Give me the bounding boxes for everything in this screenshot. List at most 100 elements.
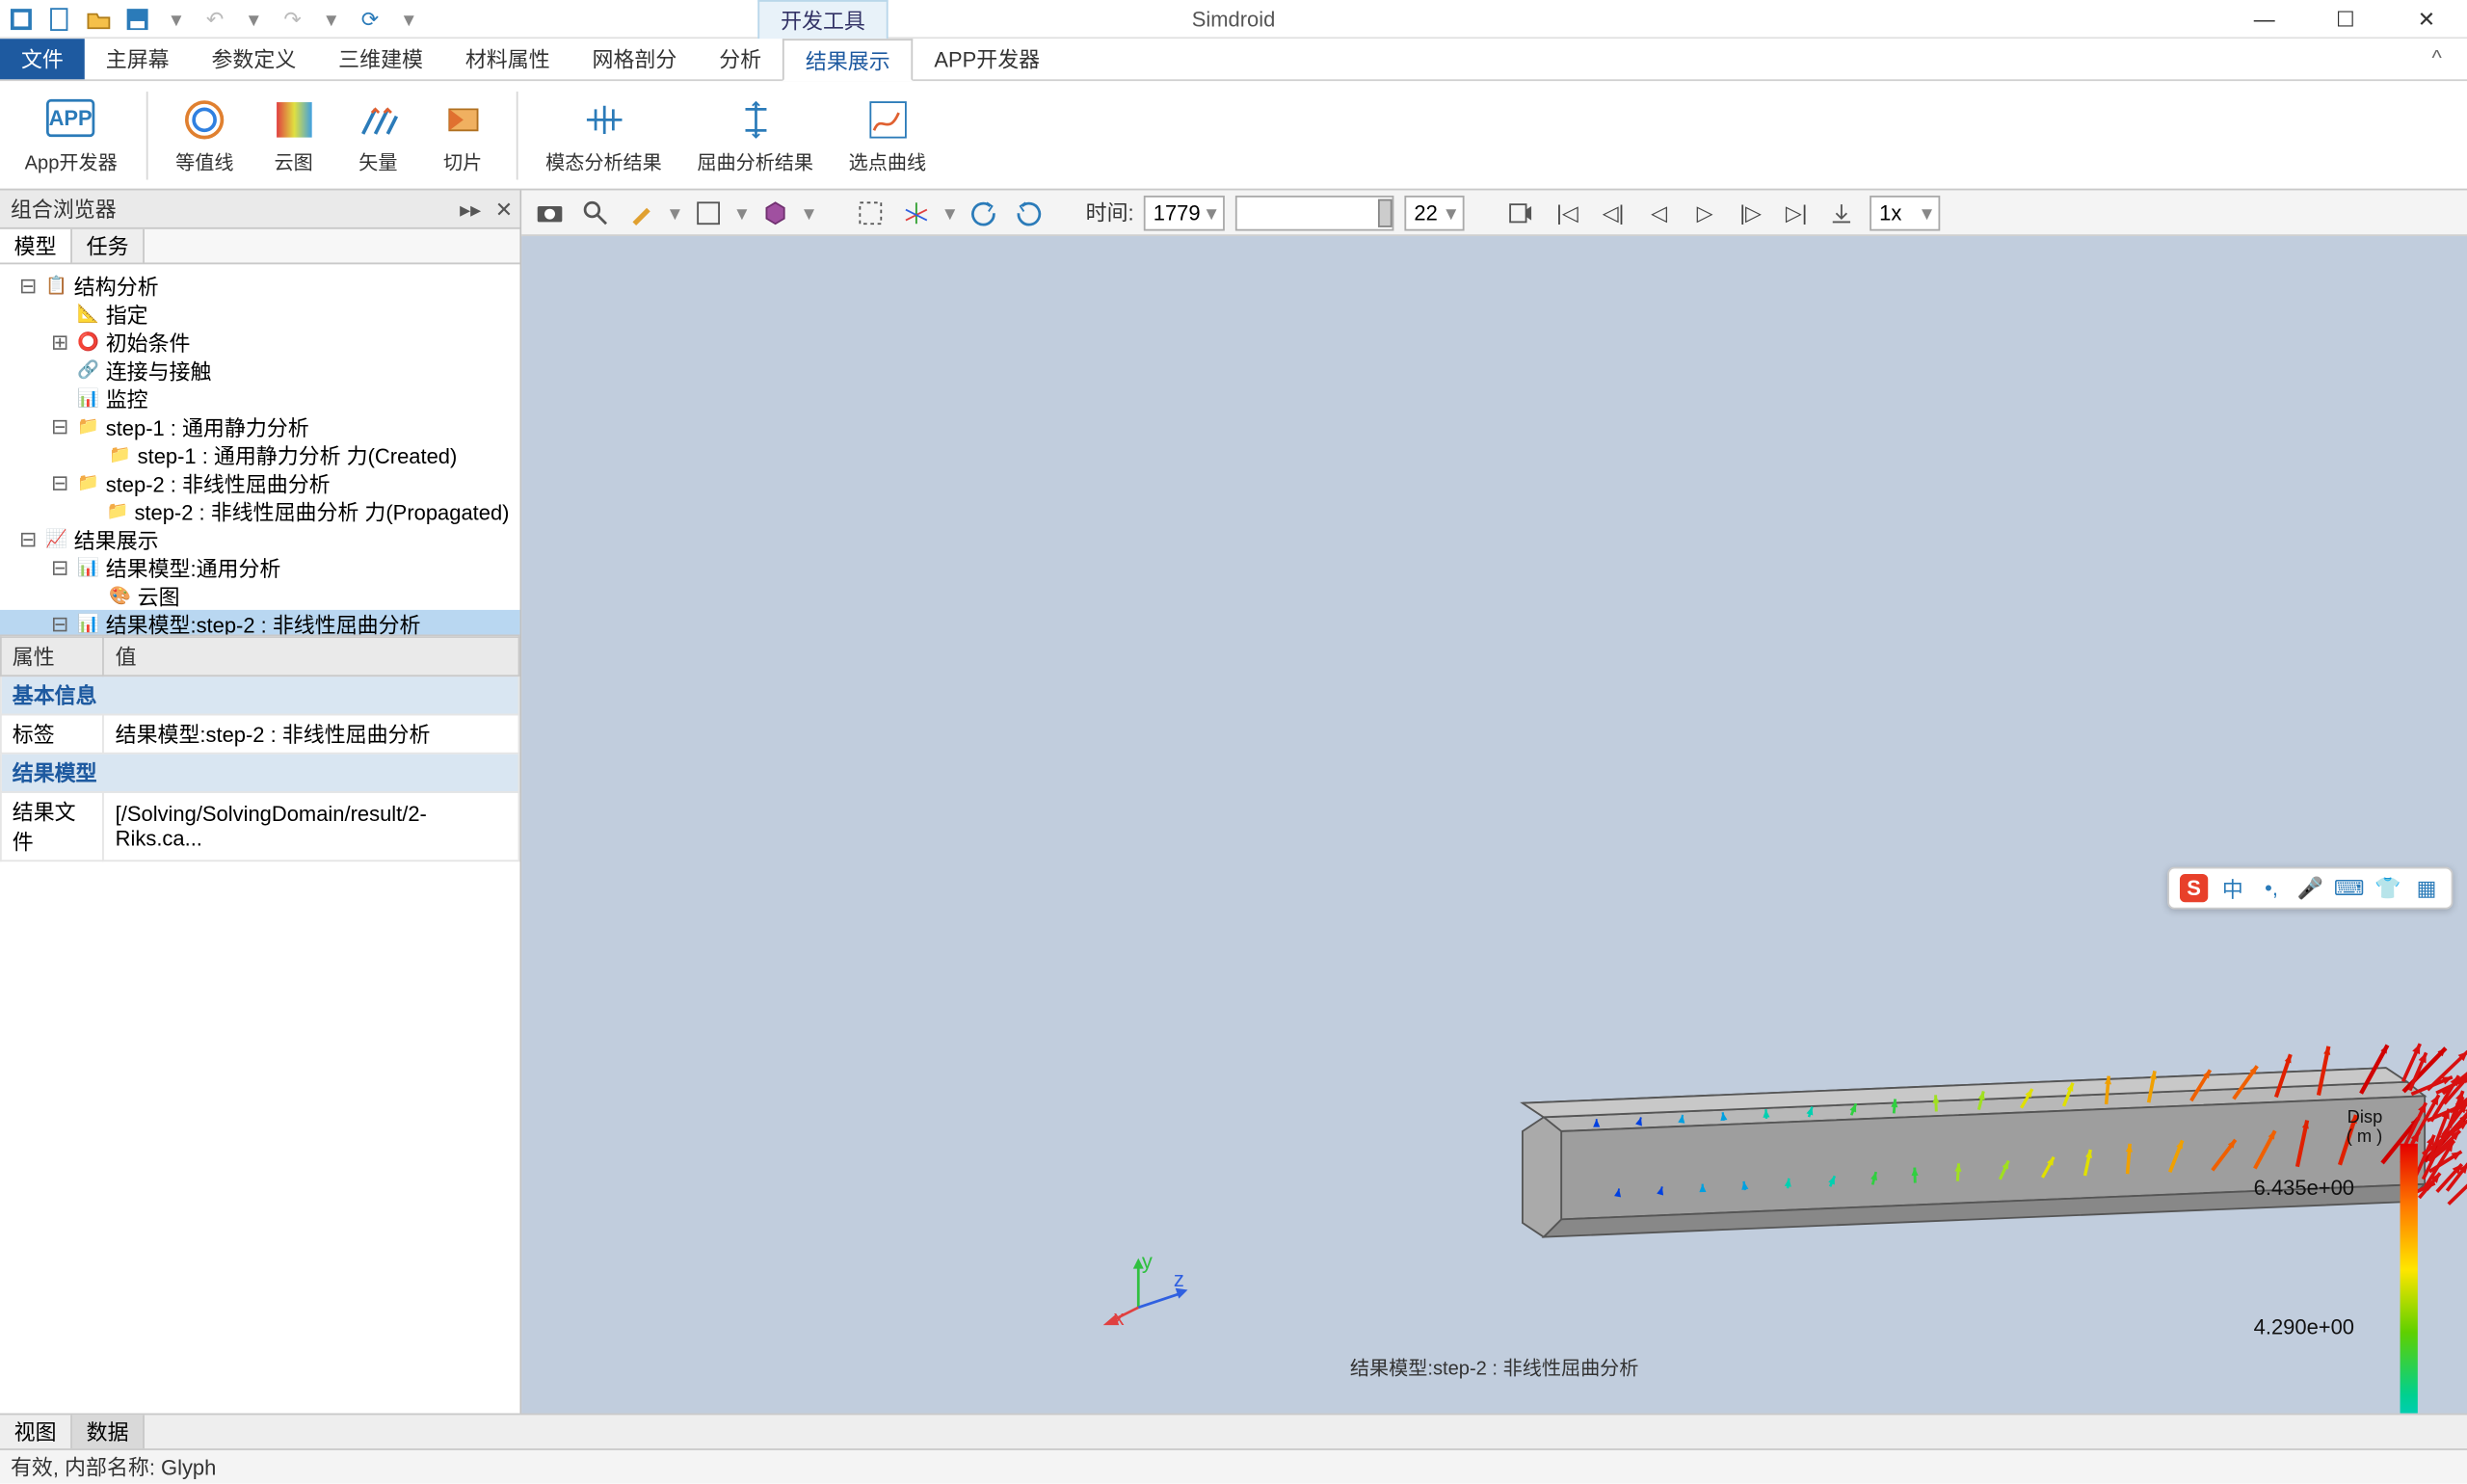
svg-text:z: z (1174, 1267, 1184, 1291)
cloud-icon (269, 94, 318, 144)
brush-dropdown[interactable]: ▾ (670, 200, 680, 225)
tree-node[interactable]: 📊监控 (0, 384, 519, 412)
subtab-model[interactable]: 模型 (0, 229, 72, 263)
save-dropdown-icon[interactable]: ▾ (162, 5, 190, 33)
tab-file[interactable]: 文件 (0, 39, 85, 79)
tree-node[interactable]: ⊟📁step-2 : 非线性屈曲分析 (0, 468, 519, 496)
ribbon-cloud[interactable]: 云图 (254, 94, 332, 175)
tab-mesh[interactable]: 网格剖分 (571, 39, 699, 79)
record-icon[interactable] (1504, 195, 1540, 230)
ribbon-buckle[interactable]: 屈曲分析结果 (683, 94, 828, 175)
axis-triad: y z x (1121, 1255, 1191, 1325)
brush-icon[interactable] (623, 195, 659, 230)
rotate-ccw-icon[interactable] (966, 195, 1001, 230)
first-icon[interactable]: |◁ (1550, 195, 1585, 230)
save-icon[interactable] (123, 5, 151, 33)
ribbon-vector[interactable]: 矢量 (339, 94, 416, 175)
tab-material[interactable]: 材料属性 (444, 39, 571, 79)
legend-title: Disp( m ) (2347, 1108, 2383, 1147)
ime-skin-icon[interactable]: 👕 (2374, 874, 2401, 902)
axis-dropdown[interactable]: ▾ (944, 200, 955, 225)
last-icon[interactable]: ▷| (1779, 195, 1815, 230)
ime-mic-icon[interactable]: 🎤 (2296, 874, 2324, 902)
status-bar: 有效, 内部名称: Glyph (0, 1448, 2467, 1484)
bottom-tab-view[interactable]: 视图 (0, 1415, 72, 1448)
minimize-button[interactable]: — (2224, 0, 2305, 39)
tree-node[interactable]: ⊟📊结果模型:通用分析 (0, 553, 519, 581)
select-icon[interactable] (853, 195, 889, 230)
ribbon-slice[interactable]: 切片 (424, 94, 501, 175)
ribbon-contour[interactable]: 等值线 (161, 94, 248, 175)
ribbon-pickcurve[interactable]: 选点曲线 (835, 94, 941, 175)
box-dropdown[interactable]: ▾ (736, 200, 747, 225)
tree-node[interactable]: 📁step-1 : 通用静力分析 力(Created) (0, 440, 519, 468)
viewport-3d[interactable]: y z x 结果模型:step-2 : 非线性屈曲分析 Disp( m ) 6.… (521, 236, 2467, 1414)
ime-punct-icon[interactable]: •, (2257, 874, 2285, 902)
rotate-cw-icon[interactable] (1012, 195, 1048, 230)
panel-close-icon[interactable]: ✕ (495, 197, 513, 222)
viewport-toolbar: ▾ ▾ ▾ ▾ 时间: 1779▾ 22▾ |◁ ◁| ◁ (521, 190, 2467, 236)
play-icon[interactable]: ▷ (1687, 195, 1723, 230)
export-icon[interactable] (1824, 195, 1860, 230)
open-icon[interactable] (85, 5, 113, 33)
viewport-caption: 结果模型:step-2 : 非线性屈曲分析 (1350, 1353, 1639, 1381)
tree-view[interactable]: ⊟📋结构分析📐指定⊞⭕初始条件🔗连接与接触📊监控⊟📁step-1 : 通用静力分… (0, 264, 519, 634)
tree-node[interactable]: ⊟📁step-1 : 通用静力分析 (0, 412, 519, 440)
tree-node[interactable]: ⊞⭕初始条件 (0, 328, 519, 356)
cube-icon[interactable] (757, 195, 793, 230)
subtab-task[interactable]: 任务 (72, 229, 145, 263)
tab-results[interactable]: 结果展示 (783, 39, 913, 81)
play-back-icon[interactable]: ◁ (1641, 195, 1677, 230)
tab-appdev[interactable]: APP开发器 (913, 39, 1061, 79)
panel-collapse-icon[interactable]: ▸▸ (460, 197, 481, 222)
next-icon[interactable]: |▷ (1733, 195, 1768, 230)
tree-node[interactable]: ⊟📈结果展示 (0, 525, 519, 553)
tab-home[interactable]: 主屏幕 (85, 39, 191, 79)
camera-icon[interactable] (532, 195, 568, 230)
axis-icon[interactable] (899, 195, 935, 230)
cube-dropdown[interactable]: ▾ (804, 200, 814, 225)
tab-analysis[interactable]: 分析 (698, 39, 783, 79)
ime-keyboard-icon[interactable]: ⌨ (2335, 874, 2363, 902)
collapse-ribbon-icon[interactable]: ^ (2431, 46, 2456, 71)
undo-dropdown-icon[interactable]: ▾ (240, 5, 268, 33)
tree-node[interactable]: ⊟📊结果模型:step-2 : 非线性屈曲分析 (0, 610, 519, 635)
prev-icon[interactable]: ◁| (1596, 195, 1631, 230)
time-slider[interactable] (1236, 195, 1395, 230)
new-icon[interactable] (46, 5, 74, 33)
ribbon-appdev[interactable]: APP App开发器 (11, 94, 131, 175)
vector-icon (354, 94, 403, 144)
tree-node[interactable]: 📁step-2 : 非线性屈曲分析 力(Propagated) (0, 497, 519, 525)
qat-dropdown-icon[interactable]: ▾ (395, 5, 423, 33)
ribbon-modal[interactable]: 模态分析结果 (531, 94, 676, 175)
properties-panel: 属性值 基本信息 标签结果模型:step-2 : 非线性屈曲分析 结果模型 结果… (0, 634, 519, 1413)
tree-node[interactable]: 🔗连接与接触 (0, 356, 519, 384)
redo-icon[interactable]: ↷ (279, 5, 306, 33)
zoom-icon[interactable] (578, 195, 614, 230)
undo-icon[interactable]: ↶ (200, 5, 228, 33)
maximize-button[interactable]: ☐ (2305, 0, 2386, 39)
tab-params[interactable]: 参数定义 (191, 39, 318, 79)
dev-tool-tab[interactable]: 开发工具 (757, 0, 888, 39)
bottom-tab-data[interactable]: 数据 (72, 1415, 145, 1448)
app-icon: APP (46, 94, 95, 144)
title-bar: ▾ ↶ ▾ ↷ ▾ ⟳ ▾ 开发工具 Simdroid — ☐ ✕ (0, 0, 2467, 39)
tree-node[interactable]: ⊟📋结构分析 (0, 272, 519, 300)
ime-lang-icon[interactable]: 中 (2218, 874, 2246, 902)
refresh-icon[interactable]: ⟳ (356, 5, 384, 33)
time-label: 时间: (1086, 198, 1134, 227)
redo-dropdown-icon[interactable]: ▾ (317, 5, 345, 33)
tab-3d[interactable]: 三维建模 (317, 39, 444, 79)
tree-node[interactable]: 📐指定 (0, 300, 519, 328)
panel-header: 组合浏览器 ▸▸ ✕ (0, 190, 519, 228)
ime-toolbar[interactable]: S 中 •, 🎤 ⌨ 👕 ▦ (2167, 867, 2453, 910)
box-icon[interactable] (691, 195, 727, 230)
time-field[interactable]: 1779▾ (1145, 195, 1226, 230)
tree-node[interactable]: 🎨云图 (0, 581, 519, 609)
close-button[interactable]: ✕ (2386, 0, 2467, 39)
ime-logo-icon[interactable]: S (2180, 874, 2208, 902)
layers-icon[interactable] (7, 5, 35, 33)
ime-grid-icon[interactable]: ▦ (2412, 874, 2440, 902)
frame-field[interactable]: 22▾ (1405, 195, 1465, 230)
speed-field[interactable]: 1x▾ (1870, 195, 1941, 230)
